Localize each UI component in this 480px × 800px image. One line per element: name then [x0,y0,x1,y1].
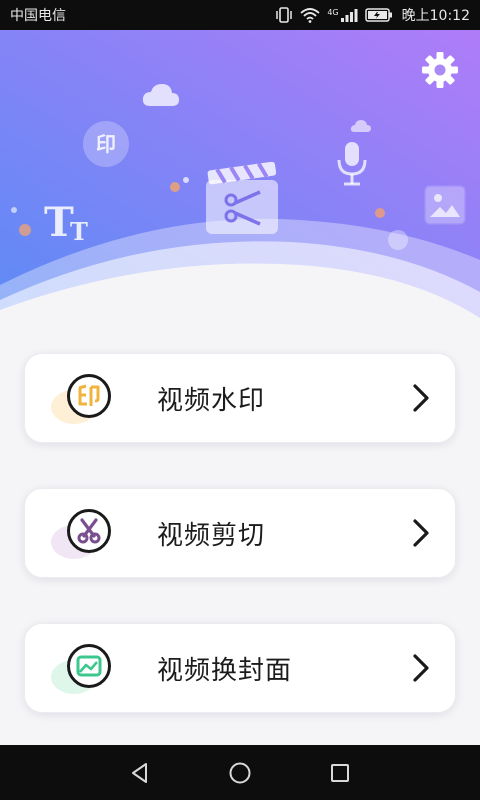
home-button[interactable] [220,753,260,793]
feature-menu: 视频水印 视频剪切 视频换封面 [24,353,456,758]
watermark-badge-icon: 印 [82,120,130,172]
cloud-icon [142,82,180,112]
status-icons: 4G 晚上10:12 [275,5,470,25]
watermark-icon [67,374,111,418]
vibrate-icon [275,7,293,23]
menu-item-video-watermark[interactable]: 视频水印 [24,353,456,443]
settings-icon [422,52,458,88]
settings-button[interactable] [418,48,462,92]
chevron-right-icon [413,654,429,682]
cellular-signal-icon: 4G [327,8,358,22]
clapperboard-scissors-icon [204,161,280,240]
battery-icon [364,8,393,22]
text-size-icon: TT [42,198,98,248]
wifi-icon [300,7,320,23]
header-banner: 印 TT [0,30,480,335]
scissors-icon [67,509,111,553]
cover-image-icon-wrap [49,640,111,696]
carrier-name: 中国电信 [10,8,66,24]
microphone-icon [334,140,370,192]
chevron-right-icon [413,519,429,547]
menu-item-label: 视频剪切 [157,520,266,551]
svg-text:T: T [70,217,88,244]
menu-item-label: 视频水印 [157,385,266,416]
recents-button[interactable] [320,753,360,793]
chevron-right-icon [413,384,429,412]
network-type: 4G [327,8,339,17]
cover-image-icon [67,644,111,688]
system-nav-bar [0,745,480,800]
menu-item-label: 视频换封面 [157,655,293,686]
image-icon [424,185,466,229]
status-bar: 中国电信 4G 晚上10:12 [0,0,480,30]
home-icon [229,762,251,783]
watermark-icon-wrap [49,370,111,426]
clock: 晚上10:12 [401,8,470,24]
scissors-icon-wrap [49,505,111,561]
cloud-small-icon [350,118,372,137]
back-icon [132,762,147,783]
menu-item-video-cover[interactable]: 视频换封面 [24,623,456,713]
menu-item-video-cut[interactable]: 视频剪切 [24,488,456,578]
svg-text:印: 印 [96,132,116,156]
recents-icon [331,763,349,782]
back-button[interactable] [120,753,160,793]
